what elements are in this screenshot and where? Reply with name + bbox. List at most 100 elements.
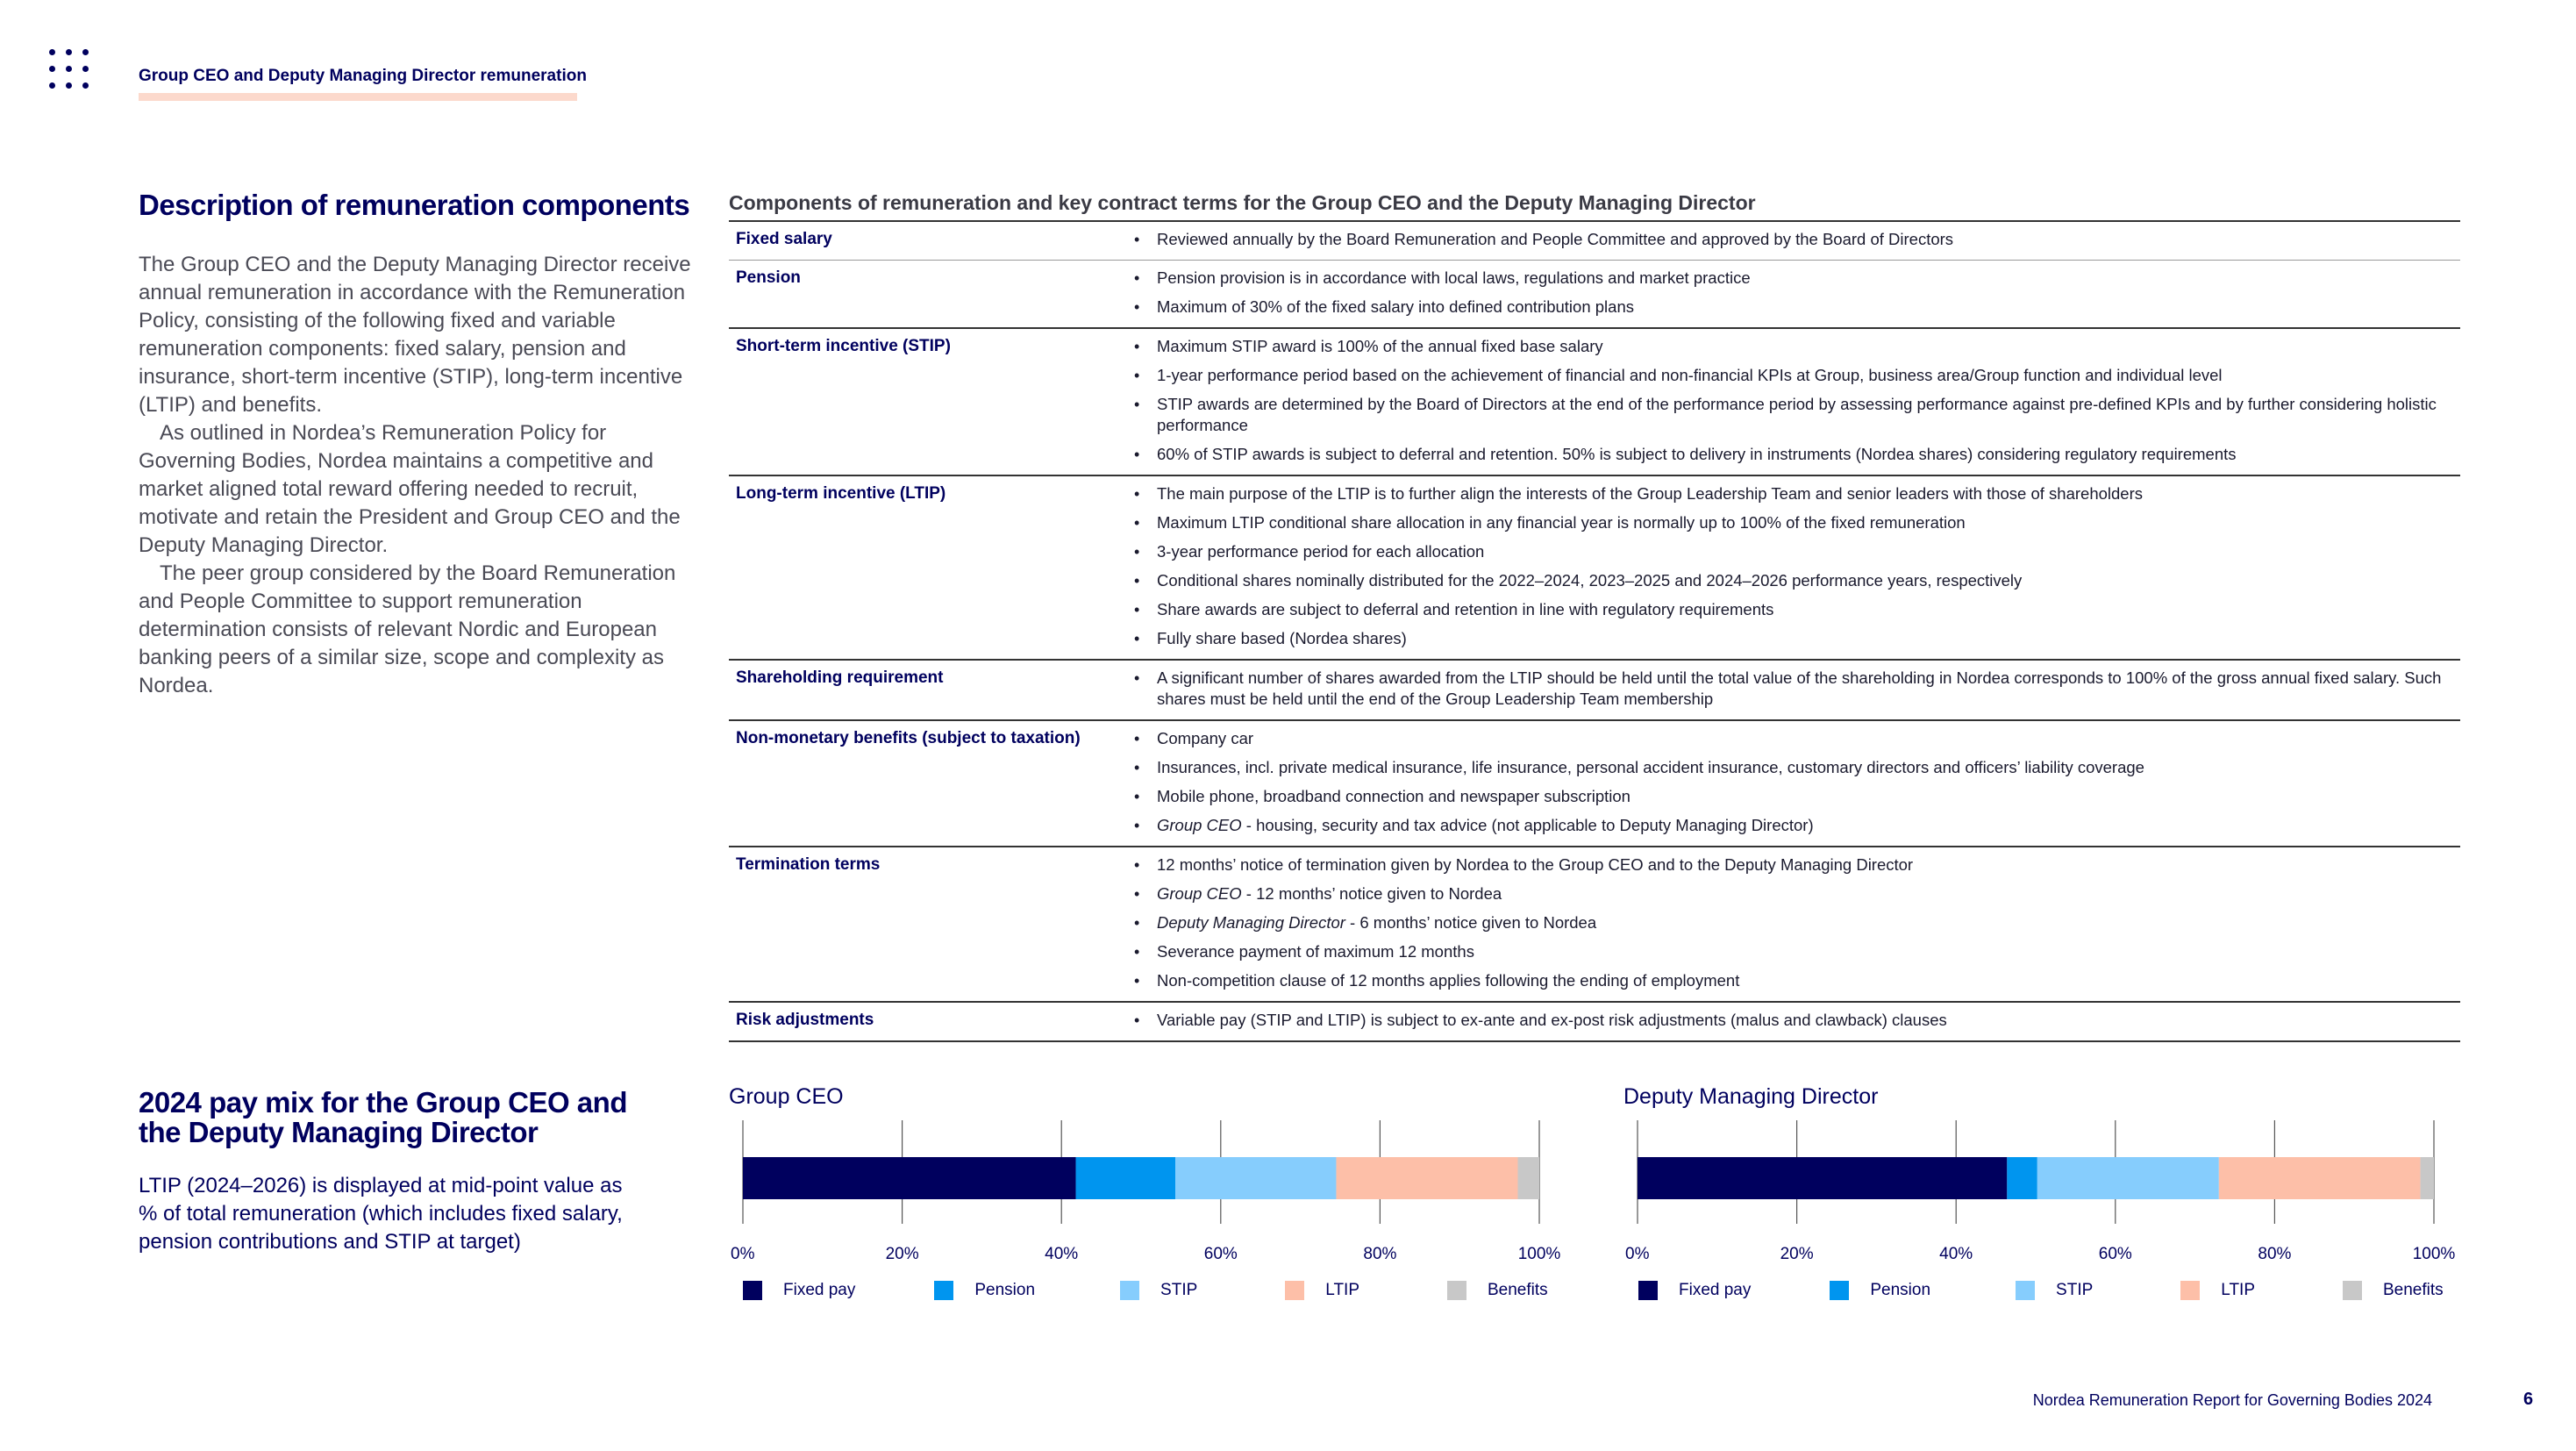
legend-item: STIP bbox=[1120, 1281, 1197, 1300]
table-row: Non-monetary benefits (subject to taxati… bbox=[729, 721, 2460, 847]
legend-swatch bbox=[1830, 1281, 1850, 1300]
legend-group-ceo: Fixed pay Pension STIP LTIP Benefits bbox=[743, 1281, 1548, 1300]
legend-item: Benefits bbox=[1447, 1281, 1548, 1300]
x-tick-label: 80% bbox=[1363, 1245, 1396, 1263]
table-row-bullets: Pension provision is in accordance with … bbox=[1131, 264, 2460, 325]
paymix-heading: 2024 pay mix for the Group CEO and the D… bbox=[139, 1086, 627, 1148]
description-text: The Group CEO and the Deputy Managing Di… bbox=[139, 251, 691, 700]
bar-segment-benefits bbox=[1517, 1157, 1539, 1199]
legend-label: LTIP bbox=[1325, 1281, 1359, 1299]
legend-swatch bbox=[1120, 1281, 1140, 1300]
bullet-item: Maximum of 30% of the fixed salary into … bbox=[1131, 297, 2460, 318]
table-row: Risk adjustments Variable pay (STIP and L… bbox=[729, 1003, 2460, 1042]
table-row-label: Shareholding requirement bbox=[736, 668, 944, 687]
bullet-italic-text: Group CEO bbox=[1157, 816, 1242, 834]
bullet-text: Mobile phone, broadband connection and n… bbox=[1157, 787, 1631, 805]
bar-segment-fixed-pay bbox=[1638, 1157, 2008, 1199]
x-tick-label: 40% bbox=[1045, 1245, 1078, 1263]
x-tick-label: 20% bbox=[886, 1245, 919, 1263]
bullet-item: Maximum LTIP conditional share allocatio… bbox=[1131, 512, 2460, 533]
footer-report-title: Nordea Remuneration Report for Governing… bbox=[2032, 1391, 2432, 1409]
menu-dots-icon[interactable] bbox=[49, 49, 89, 89]
chart-deputy-md: Deputy Managing Director 0% 20% 40% 60% 80% 1… bbox=[1623, 1084, 2455, 1296]
legend-label: Benefits bbox=[1488, 1281, 1548, 1299]
legend-item: LTIP bbox=[2180, 1281, 2255, 1300]
bullet-text: The main purpose of the LTIP is to furth… bbox=[1157, 484, 2144, 503]
bullet-italic-text: Deputy Managing Director bbox=[1157, 913, 1345, 932]
bullet-text: Company car bbox=[1157, 729, 1254, 747]
legend-label: Pension bbox=[1870, 1281, 1931, 1299]
table-row-label: Short-term incentive (STIP) bbox=[736, 337, 951, 355]
x-tick-label: 60% bbox=[2099, 1245, 2132, 1263]
table-row: Long-term incentive (LTIP) The main purpo… bbox=[729, 476, 2460, 661]
table-row-label: Fixed salary bbox=[736, 230, 832, 248]
legend-deputy-md: Fixed pay Pension STIP LTIP Benefits bbox=[1638, 1281, 2444, 1300]
bar-segment-ltip bbox=[2218, 1157, 2421, 1199]
bullet-text: - 6 months’ notice given to Nordea bbox=[1345, 913, 1597, 932]
x-tick-label: 60% bbox=[1204, 1245, 1238, 1263]
bullet-text: Severance payment of maximum 12 months bbox=[1157, 942, 1474, 961]
paymix-section: 2024 pay mix for the Group CEO and the D… bbox=[139, 1088, 665, 1147]
legend-item: Fixed pay bbox=[743, 1281, 855, 1300]
table-row: Fixed salary Reviewed annually by the Boa… bbox=[729, 222, 2460, 261]
bullet-item: Company car bbox=[1131, 728, 2460, 749]
bar-segment-pension bbox=[2007, 1157, 2037, 1199]
bullet-item: Group CEO - housing, security and tax ad… bbox=[1131, 815, 2460, 836]
bullet-item: Mobile phone, broadband connection and n… bbox=[1131, 786, 2460, 807]
legend-item: Pension bbox=[934, 1281, 1035, 1300]
legend-label: Pension bbox=[974, 1281, 1036, 1299]
x-tick-label: 0% bbox=[1625, 1245, 1650, 1263]
chart-svg-group-ceo: 0% 20% 40% 60% 80% 100% bbox=[731, 1120, 1561, 1263]
table-row: Pension Pension provision is in accordanc… bbox=[729, 261, 2460, 329]
table-row-bullets: Variable pay (STIP and LTIP) is subject … bbox=[1131, 1006, 2460, 1039]
bullet-text: A significant number of shares awarded f… bbox=[1157, 668, 2442, 708]
description-section: Description of remuneration components bbox=[139, 190, 691, 220]
table-row-bullets: Company car Insurances, incl. private med… bbox=[1131, 725, 2460, 844]
legend-swatch bbox=[2343, 1281, 2362, 1300]
bullet-item: 3-year performance period for each alloc… bbox=[1131, 541, 2460, 562]
bullet-item: Group CEO - 12 months’ notice given to N… bbox=[1131, 883, 2460, 904]
legend-item: Fixed pay bbox=[1638, 1281, 1751, 1300]
bullet-item: 1-year performance period based on the a… bbox=[1131, 365, 2460, 386]
bullet-item: Share awards are subject to deferral and… bbox=[1131, 599, 2460, 620]
bullet-text: Conditional shares nominally distributed… bbox=[1157, 571, 2023, 590]
table-row-label: Long-term incentive (LTIP) bbox=[736, 484, 946, 503]
legend-item: Benefits bbox=[2343, 1281, 2444, 1300]
bar-segment-pension bbox=[1075, 1157, 1176, 1199]
description-heading: Description of remuneration components bbox=[139, 189, 690, 221]
description-paragraph-2: As outlined in Nordea’s Remuneration Pol… bbox=[139, 421, 681, 557]
header-underline bbox=[139, 93, 577, 101]
bullet-item: Reviewed annually by the Board Remunerat… bbox=[1131, 229, 2460, 250]
x-tick-label: 40% bbox=[1939, 1245, 1973, 1263]
bullet-item: Insurances, incl. private medical insura… bbox=[1131, 757, 2460, 778]
bullet-item: Maximum STIP award is 100% of the annual… bbox=[1131, 336, 2460, 357]
description-paragraph-3: The peer group considered by the Board R… bbox=[139, 561, 676, 697]
bullet-text: Share awards are subject to deferral and… bbox=[1157, 600, 1774, 618]
bullet-text: Maximum of 30% of the fixed salary into … bbox=[1157, 297, 1634, 316]
legend-swatch bbox=[743, 1281, 762, 1300]
bullet-item: Non-competition clause of 12 months appl… bbox=[1131, 970, 2460, 991]
bullet-text: 1-year performance period based on the a… bbox=[1157, 366, 2223, 384]
table-row: Short-term incentive (STIP) Maximum STIP … bbox=[729, 329, 2460, 476]
table-row-bullets: 12 months’ notice of termination given b… bbox=[1131, 851, 2460, 999]
legend-swatch bbox=[1447, 1281, 1466, 1300]
table-row-label: Termination terms bbox=[736, 855, 881, 874]
bullet-text: STIP awards are determined by the Board … bbox=[1157, 395, 2437, 434]
bullet-item: STIP awards are determined by the Board … bbox=[1131, 394, 2460, 436]
chart-title-group-ceo: Group CEO bbox=[729, 1084, 844, 1109]
table-row-bullets: Maximum STIP award is 100% of the annual… bbox=[1131, 332, 2460, 473]
bullet-item: Conditional shares nominally distributed… bbox=[1131, 570, 2460, 591]
x-tick-label: 100% bbox=[1518, 1245, 1561, 1263]
legend-swatch bbox=[2180, 1281, 2201, 1300]
bullet-item: Fully share based (Nordea shares) bbox=[1131, 628, 2460, 649]
table-row-bullets: A significant number of shares awarded f… bbox=[1131, 664, 2460, 718]
components-table-title: Components of remuneration and key contr… bbox=[729, 191, 1756, 214]
table-row-label: Non-monetary benefits (subject to taxati… bbox=[736, 729, 1081, 747]
chart-group-ceo: Group CEO 0% 20% 40% 60% 80% 100% bbox=[729, 1084, 1560, 1296]
table-row-label: Pension bbox=[736, 268, 801, 287]
bullet-text: 12 months’ notice of termination given b… bbox=[1157, 855, 1914, 874]
paymix-note: LTIP (2024–2026) is displayed at mid-poi… bbox=[139, 1174, 623, 1254]
bullet-text: 60% of STIP awards is subject to deferra… bbox=[1157, 445, 2237, 463]
legend-label: Benefits bbox=[2383, 1281, 2444, 1299]
legend-label: STIP bbox=[1160, 1281, 1198, 1299]
